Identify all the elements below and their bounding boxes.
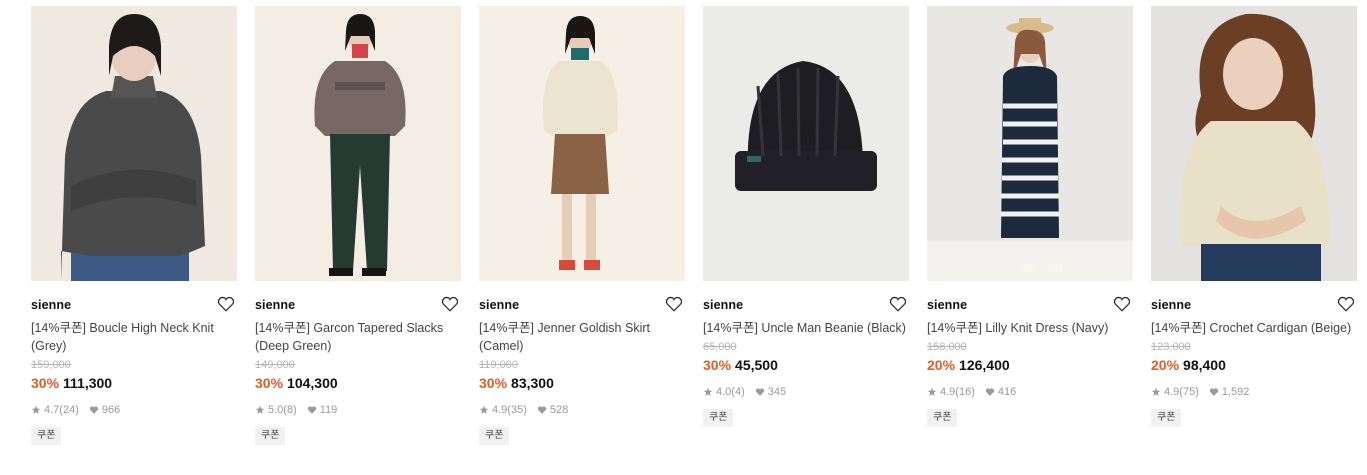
heart-filled-icon [307,406,316,414]
product-stats: 5.0 (8) 119 [255,403,461,417]
product-stats: 4.9 (75) 1,592 [1151,385,1357,399]
review-count: (4) [731,386,745,398]
review-count: (35) [507,404,527,416]
heart-filled-icon [755,388,764,396]
review-count: (24) [59,404,79,416]
product-image[interactable] [255,6,461,281]
coupon-badge: 쿠폰 [1151,409,1182,427]
product-title[interactable]: [14%쿠폰] Boucle High Neck Knit (Grey) [31,319,237,355]
review-count: (8) [283,404,297,416]
star-icon [479,405,489,414]
product-card[interactable]: sienne [14%쿠폰] Crochet Cardigan (Beige) … [1151,6,1357,427]
sale-price: 45,500 [735,357,778,373]
product-card[interactable]: sienne [14%쿠폰] Uncle Man Beanie (Black) … [703,6,909,427]
sale-price-row: 30% 111,300 [31,374,237,392]
rating-value: 4.0 [716,386,732,398]
heart-outline-icon[interactable] [1337,295,1355,313]
product-stats: 4.9 (35) 528 [479,403,685,417]
review-count: (75) [1179,386,1199,398]
sale-price: 111,300 [63,375,113,391]
product-stats: 4.0 (4) 345 [703,385,909,399]
coupon-badge: 쿠폰 [255,427,286,445]
review-count: (16) [955,386,975,398]
product-grid: sienne [14%쿠폰] Boucle High Neck Knit (Gr… [0,0,1367,475]
original-price: 149,000 [255,359,295,371]
product-image[interactable] [703,6,909,281]
brand-name[interactable]: sienne [479,298,519,312]
brand-name[interactable]: sienne [31,298,71,312]
discount-rate: 20% [1151,357,1180,373]
heart-filled-icon [985,388,995,396]
star-icon [927,387,937,396]
sale-price-row: 20% 126,400 [927,356,1133,374]
discount-rate: 30% [703,357,732,373]
original-price: 119,000 [479,359,518,371]
discount-rate: 20% [927,357,956,373]
coupon-badge: 쿠폰 [31,427,62,445]
product-title[interactable]: [14%쿠폰] Garcon Tapered Slacks (Deep Gree… [255,319,461,355]
product-image[interactable] [479,6,685,281]
rating-value: 4.7 [44,404,60,416]
product-card[interactable]: sienne [14%쿠폰] Jenner Goldish Skirt (Cam… [479,6,685,445]
heart-outline-icon[interactable] [217,295,235,313]
coupon-badge: 쿠폰 [703,409,734,427]
original-price: 65,000 [703,341,737,353]
coupon-badge: 쿠폰 [927,409,958,427]
original-price: 159,000 [31,359,71,371]
star-icon [31,405,41,414]
rating-value: 4.9 [940,386,956,398]
star-icon [703,387,713,396]
sale-price: 98,400 [1183,357,1226,373]
product-image[interactable] [1151,6,1357,281]
sale-price: 126,400 [959,357,1010,373]
brand-name[interactable]: sienne [255,298,295,312]
brand-name[interactable]: sienne [927,298,967,312]
sale-price-row: 30% 104,300 [255,374,461,392]
product-title[interactable]: [14%쿠폰] Jenner Goldish Skirt (Camel) [479,319,685,355]
heart-outline-icon[interactable] [889,295,907,313]
heart-outline-icon[interactable] [665,295,683,313]
rating-value: 5.0 [268,404,284,416]
like-count: 1,592 [1221,386,1250,398]
product-card[interactable]: sienne [14%쿠폰] Garcon Tapered Slacks (De… [255,6,461,445]
discount-rate: 30% [31,375,60,391]
heart-filled-icon [537,406,547,414]
star-icon [255,405,265,414]
discount-rate: 30% [479,375,508,391]
product-image[interactable] [31,6,237,281]
original-price: 123,000 [1151,341,1191,353]
brand-name[interactable]: sienne [1151,298,1191,312]
product-card[interactable]: sienne [14%쿠폰] Lilly Knit Dress (Navy) 1… [927,6,1133,427]
product-title[interactable]: [14%쿠폰] Crochet Cardigan (Beige) [1151,319,1357,337]
product-title[interactable]: [14%쿠폰] Uncle Man Beanie (Black) [703,319,909,337]
heart-filled-icon [1209,388,1219,396]
heart-outline-icon[interactable] [441,295,459,313]
coupon-badge: 쿠폰 [479,427,510,445]
sale-price-row: 30% 45,500 [703,356,909,374]
brand-name[interactable]: sienne [703,298,743,312]
product-title[interactable]: [14%쿠폰] Lilly Knit Dress (Navy) [927,319,1133,337]
heart-filled-icon [89,406,99,414]
like-count: 528 [549,404,569,416]
rating-value: 4.9 [1164,386,1180,398]
like-count: 966 [101,404,121,416]
sale-price: 104,300 [287,375,338,391]
like-count: 416 [997,386,1017,398]
product-card[interactable]: sienne [14%쿠폰] Boucle High Neck Knit (Gr… [31,6,237,445]
rating-value: 4.9 [492,404,508,416]
star-icon [1151,387,1161,396]
product-stats: 4.7 (24) 966 [31,403,237,417]
sale-price: 83,300 [511,375,554,391]
original-price: 158,000 [927,341,967,353]
sale-price-row: 20% 98,400 [1151,356,1357,374]
like-count: 345 [767,386,787,398]
product-stats: 4.9 (16) 416 [927,385,1133,399]
like-count: 119 [319,404,338,416]
sale-price-row: 30% 83,300 [479,374,685,392]
product-image[interactable] [927,6,1133,281]
heart-outline-icon[interactable] [1113,295,1131,313]
discount-rate: 30% [255,375,284,391]
